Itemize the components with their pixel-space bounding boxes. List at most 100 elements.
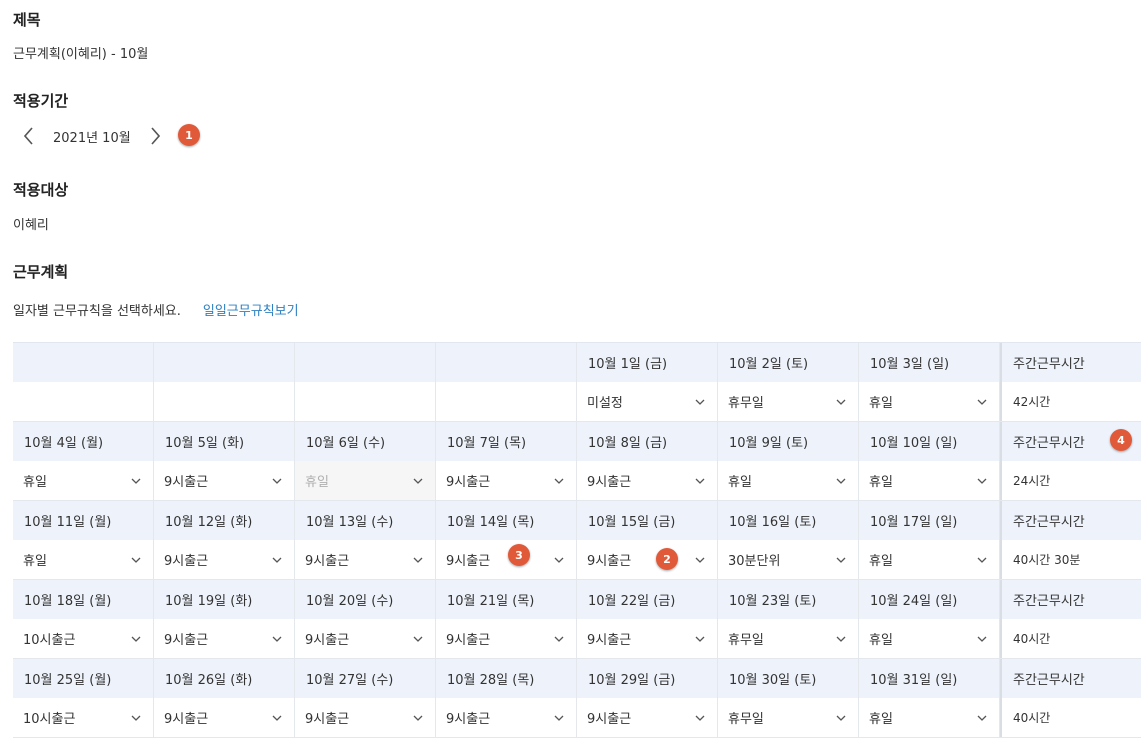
date-header-cell: 10월 8일 (금) <box>577 422 718 461</box>
period-value: 2021년 10월 <box>53 130 131 146</box>
work-rule-select[interactable]: 9시출근 <box>436 698 577 737</box>
work-rule-select: 휴일 <box>295 461 436 500</box>
work-rule-select[interactable]: 휴무일 <box>718 619 859 658</box>
empty-header-cell <box>13 343 154 382</box>
work-rule-select[interactable]: 휴일 <box>859 540 1000 579</box>
daily-rule-link[interactable]: 일일근무규칙보기 <box>203 300 299 319</box>
work-rule-select[interactable]: 휴일 <box>13 461 154 500</box>
work-rule-select[interactable]: 휴일 <box>859 619 1000 658</box>
work-rule-value: 9시출근 <box>446 633 491 648</box>
work-rule-select[interactable]: 휴일 <box>859 698 1000 737</box>
date-header-cell: 10월 21일 (목) <box>436 580 577 619</box>
prev-month-button[interactable] <box>13 120 45 152</box>
work-rule-select[interactable]: 휴무일 <box>718 698 859 737</box>
work-rule-select[interactable]: 휴일 <box>859 461 1000 500</box>
chevron-down-icon <box>977 399 987 405</box>
plan-label: 근무계획 <box>13 263 69 281</box>
work-rule-value: 9시출근 <box>305 712 350 727</box>
step-badge-4: 4 <box>1110 429 1132 451</box>
work-rule-value: 휴일 <box>305 475 329 490</box>
work-rule-select[interactable]: 9시출근 <box>154 698 295 737</box>
work-rule-select[interactable]: 미설정 <box>577 382 718 421</box>
chevron-down-icon <box>272 557 282 563</box>
weekly-hours-value: 24시간 <box>1000 461 1141 500</box>
chevron-down-icon <box>836 636 846 642</box>
target-label: 적용대상 <box>13 181 69 199</box>
work-rule-select[interactable]: 9시출근 <box>577 461 718 500</box>
work-rule-value: 휴일 <box>869 712 893 727</box>
chevron-down-icon <box>554 636 564 642</box>
date-header-cell: 10월 26일 (화) <box>154 659 295 698</box>
work-rule-value: 9시출근 <box>587 633 632 648</box>
work-rule-select[interactable]: 30분단위 <box>718 540 859 579</box>
date-header-cell: 10월 15일 (금) <box>577 501 718 540</box>
work-rule-value: 10시출근 <box>23 633 76 648</box>
empty-rule-cell <box>295 382 436 421</box>
date-header-cell: 10월 12일 (화) <box>154 501 295 540</box>
date-header-cell: 10월 23일 (토) <box>718 580 859 619</box>
work-rule-select[interactable]: 휴무일 <box>718 382 859 421</box>
next-month-button[interactable] <box>139 120 171 152</box>
chevron-down-icon <box>977 636 987 642</box>
work-rule-select[interactable]: 9시출근 <box>295 619 436 658</box>
chevron-down-icon <box>695 636 705 642</box>
work-rule-select[interactable]: 9시출근 <box>577 540 718 579</box>
work-rule-value: 휴무일 <box>728 396 764 411</box>
work-rule-value: 9시출근 <box>587 554 632 569</box>
work-rule-value: 9시출근 <box>305 554 350 569</box>
work-rule-select[interactable]: 9시출근 <box>295 698 436 737</box>
work-rule-select[interactable]: 9시출근 <box>295 540 436 579</box>
weekly-hours-header: 주간근무시간 <box>1000 501 1141 540</box>
work-rule-select[interactable]: 10시출근 <box>13 698 154 737</box>
date-header-cell: 10월 5일 (화) <box>154 422 295 461</box>
work-rule-value: 9시출근 <box>587 712 632 727</box>
period-label: 적용기간 <box>13 92 69 110</box>
date-header-cell: 10월 29일 (금) <box>577 659 718 698</box>
chevron-down-icon <box>272 636 282 642</box>
work-rule-select[interactable]: 9시출근 <box>436 619 577 658</box>
plan-instruction-row: 일자별 근무규칙을 선택하세요. 일일근무규칙보기 <box>13 300 299 319</box>
work-rule-value: 휴일 <box>23 554 47 569</box>
work-rule-value: 휴무일 <box>728 633 764 648</box>
date-header-cell: 10월 25일 (월) <box>13 659 154 698</box>
empty-header-cell <box>436 343 577 382</box>
work-rule-value: 휴일 <box>869 554 893 569</box>
step-badge-1: 1 <box>178 124 200 146</box>
title-label: 제목 <box>13 11 41 29</box>
empty-header-cell <box>295 343 436 382</box>
week-rule-row: 휴일 9시출근 휴일 9시출근 9시출근 휴일 휴일 24시간 <box>13 461 1141 501</box>
period-navigator: 2021년 10월 <box>13 120 171 152</box>
work-rule-select[interactable]: 9시출근 <box>577 698 718 737</box>
work-rule-select[interactable]: 9시출근 <box>436 540 577 579</box>
target-value: 이혜리 <box>13 218 49 233</box>
empty-rule-cell <box>154 382 295 421</box>
week-rule-row: 10시출근 9시출근 9시출근 9시출근 9시출근 휴무일 휴일 40시간 <box>13 619 1141 659</box>
work-rule-value: 30분단위 <box>728 554 781 569</box>
week-header-row: 10월 18일 (월) 10월 19일 (화) 10월 20일 (수) 10월 21일… <box>13 580 1141 619</box>
work-rule-value: 휴일 <box>23 475 47 490</box>
date-header-cell: 10월 17일 (일) <box>859 501 1000 540</box>
work-rule-select[interactable]: 9시출근 <box>154 619 295 658</box>
work-rule-select[interactable]: 9시출근 <box>436 461 577 500</box>
chevron-down-icon <box>413 557 423 563</box>
plan-instruction: 일자별 근무규칙을 선택하세요. <box>13 304 181 319</box>
work-plan-calendar: 10월 1일 (금) 10월 2일 (토) 10월 3일 (일) 주간근무시간 미설정 휴… <box>13 342 1141 738</box>
work-rule-value: 9시출근 <box>587 475 632 490</box>
work-rule-select[interactable]: 휴일 <box>13 540 154 579</box>
weekly-hours-value: 40시간 <box>1000 698 1141 737</box>
chevron-down-icon <box>554 715 564 721</box>
chevron-down-icon <box>977 478 987 484</box>
work-rule-select[interactable]: 휴일 <box>859 382 1000 421</box>
work-rule-select[interactable]: 9시출근 <box>577 619 718 658</box>
work-rule-value: 9시출근 <box>164 554 209 569</box>
work-rule-value: 9시출근 <box>446 712 491 727</box>
date-header-cell: 10월 31일 (일) <box>859 659 1000 698</box>
chevron-down-icon <box>695 399 705 405</box>
work-rule-select[interactable]: 9시출근 <box>154 540 295 579</box>
work-rule-value: 9시출근 <box>164 633 209 648</box>
date-header-cell: 10월 1일 (금) <box>577 343 718 382</box>
week-header-row: 10월 1일 (금) 10월 2일 (토) 10월 3일 (일) 주간근무시간 <box>13 343 1141 382</box>
work-rule-select[interactable]: 10시출근 <box>13 619 154 658</box>
work-rule-select[interactable]: 9시출근 <box>154 461 295 500</box>
work-rule-select[interactable]: 휴일 <box>718 461 859 500</box>
